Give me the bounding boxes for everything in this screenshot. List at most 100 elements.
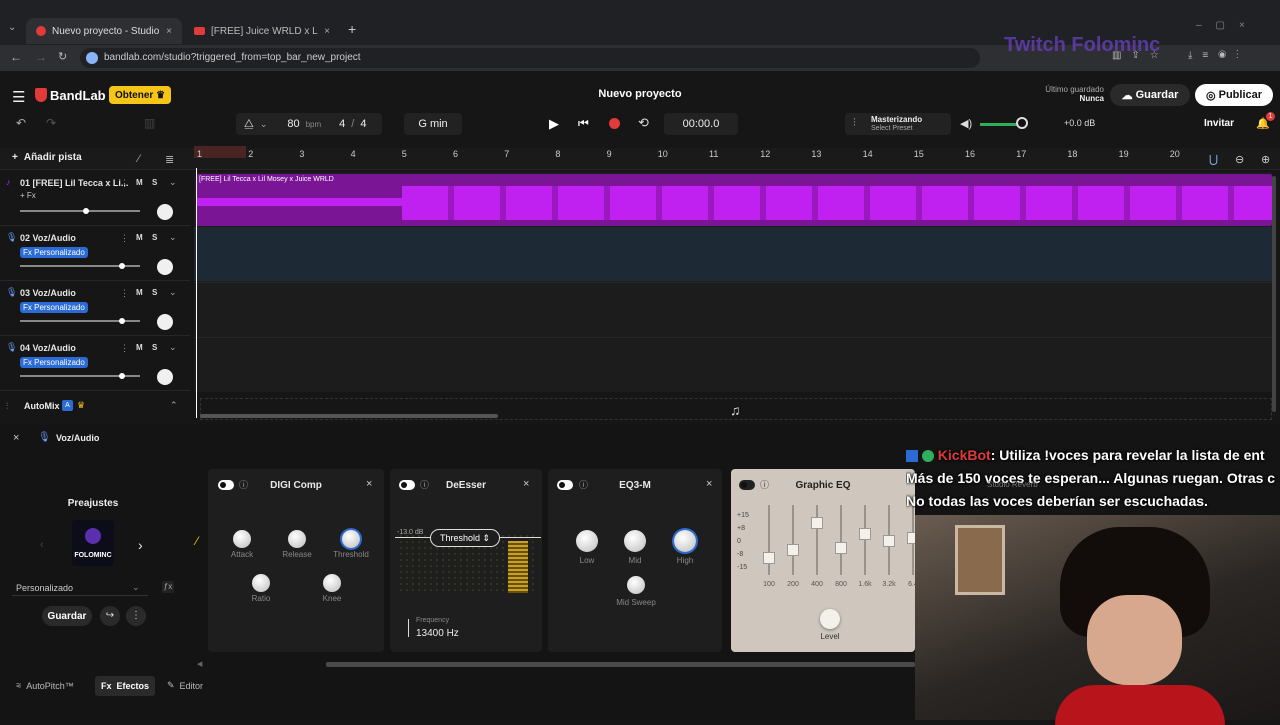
eq-band-slider[interactable]	[763, 551, 775, 564]
horizontal-scrollbar[interactable]	[200, 414, 498, 418]
snap-icon[interactable]: ⋃	[1209, 153, 1218, 166]
eq3-card[interactable]: ⓘ EQ3-M × Low Mid High Mid Sweep	[548, 469, 722, 652]
menu-icon[interactable]: ☰	[12, 88, 25, 106]
tab-effects[interactable]: Fx Efectos	[95, 676, 156, 696]
volume-slider[interactable]	[20, 318, 140, 324]
scroll-left-icon[interactable]: ◀	[197, 660, 202, 668]
mute-button[interactable]: M	[136, 178, 143, 187]
volume-slider[interactable]	[20, 263, 140, 269]
more-icon[interactable]: ⋮	[126, 606, 146, 626]
vertical-scrollbar[interactable]	[1272, 176, 1276, 412]
invite-button[interactable]: Invitar	[1204, 118, 1234, 129]
eq-band-slider[interactable]	[787, 544, 799, 556]
tab-youtube[interactable]: [FREE] Juice WRLD x Lil Tecca T ×	[184, 18, 340, 44]
tab-editor[interactable]: ✎ Editor	[167, 680, 203, 691]
master-volume-knob[interactable]	[1016, 117, 1028, 129]
ratio-knob[interactable]	[252, 574, 270, 592]
eq-band-slider[interactable]	[835, 542, 847, 555]
save-button[interactable]: ☁ Guardar	[1110, 84, 1190, 106]
loop-icon[interactable]: ⟲	[638, 115, 649, 131]
fx-badge[interactable]: Fx Personalizado	[20, 247, 88, 258]
tempo-control[interactable]: ⧋ ⌄ 80 bpm 4 / 4	[236, 113, 382, 135]
pan-knob[interactable]	[157, 259, 173, 275]
track-name[interactable]: 01 [FREE] Lil Tecca x Li...	[20, 178, 128, 188]
fx-badge[interactable]: Fx Personalizado	[20, 302, 88, 313]
timeline-ruler[interactable]: 1 2 3 4 5 6 7 8 9 10 11 12 13 14 15 16 17 18 19 20	[194, 148, 1194, 164]
low-knob[interactable]	[576, 530, 598, 552]
close-icon[interactable]: ×	[706, 478, 712, 490]
more-icon[interactable]: ⋮	[120, 233, 129, 244]
track-lane[interactable]	[194, 337, 1272, 391]
fx-badge[interactable]: Fx Personalizado	[20, 357, 88, 368]
track-lane[interactable]: [FREE] Lil Tecca x Lil Mosey x Juice WRL…	[194, 172, 1272, 226]
chevron-left-icon[interactable]: ‹	[40, 539, 44, 551]
back-icon[interactable]: ←	[10, 50, 22, 64]
add-music-icon[interactable]: ♫	[730, 402, 741, 418]
tab-autopitch[interactable]: ⩬ AutoPitch™	[16, 680, 74, 691]
preset-select[interactable]: Personalizado ⌄	[12, 578, 148, 596]
track-header[interactable]: 🎙 03 Voz/Audio Fx Personalizado ⋮ M S ⌄	[0, 282, 190, 336]
audio-clip[interactable]: [FREE] Lil Tecca x Lil Mosey x Juice WRL…	[196, 174, 1272, 226]
graphic-eq-card[interactable]: ⓘ Graphic EQ +15 +8 0 -8 -15 100 200 400 800 1.6…	[731, 469, 919, 652]
toolbar-icons[interactable]: ⤓≡◉⋮	[1188, 50, 1249, 61]
eq-band-sliders[interactable]: 100 200 400 800 1.6k 3.2k 6.4	[755, 505, 919, 595]
volume-slider[interactable]	[20, 373, 140, 379]
mute-button[interactable]: M	[136, 233, 143, 242]
close-icon[interactable]: ×	[166, 26, 172, 37]
mode-select[interactable]: Threshold ⇕	[430, 529, 500, 547]
save-preset-button[interactable]: Guardar	[42, 606, 92, 626]
pan-knob[interactable]	[157, 369, 173, 385]
mute-button[interactable]: M	[136, 288, 143, 297]
knee-knob[interactable]	[323, 574, 341, 592]
solo-button[interactable]: S	[152, 343, 157, 352]
deesser-card[interactable]: ⓘ DeEsser × -13.0 dB Threshold ⇕ Frequen…	[390, 469, 542, 652]
track-name[interactable]: 03 Voz/Audio	[20, 288, 76, 298]
chevron-right-icon[interactable]: ›	[138, 537, 143, 553]
url-field[interactable]: bandlab.com/studio?triggered_from=top_ba…	[80, 48, 980, 68]
track-lane[interactable]	[194, 282, 1272, 336]
close-icon[interactable]: ×	[366, 478, 372, 490]
chevron-down-icon[interactable]: ⌄	[260, 119, 268, 130]
chevron-down-icon[interactable]: ⌄	[169, 342, 177, 353]
eq-band-slider[interactable]	[859, 527, 871, 540]
track-lane[interactable]	[194, 227, 1272, 281]
track-name[interactable]: 02 Voz/Audio	[20, 233, 76, 243]
fx-horizontal-scrollbar[interactable]	[326, 662, 915, 667]
magic-icon[interactable]: ⁄	[138, 153, 140, 165]
frequency-value[interactable]: 13400 Hz	[416, 628, 459, 639]
mastering-button[interactable]: ⫶ Masterizando Select Preset	[845, 113, 951, 135]
digicomp-card[interactable]: ⓘ DIGI Comp × Attack Release Threshold R…	[208, 469, 384, 652]
mid-sweep-knob[interactable]	[627, 576, 645, 594]
redo-icon[interactable]: ↷	[46, 116, 56, 130]
forward-icon[interactable]: →	[35, 50, 47, 64]
arrangement-area[interactable]: [FREE] Lil Tecca x Lil Mosey x Juice WRL…	[194, 172, 1272, 392]
solo-button[interactable]: S	[152, 178, 157, 187]
close-icon[interactable]: ×	[13, 432, 19, 444]
preset-thumbnail[interactable]: FOLOMINC	[72, 520, 114, 566]
track-header[interactable]: 🎙 02 Voz/Audio Fx Personalizado ⋮ M S ⌄	[0, 227, 190, 281]
more-icon[interactable]: ⋮	[120, 178, 129, 189]
playhead[interactable]	[196, 168, 197, 418]
pan-knob[interactable]	[157, 314, 173, 330]
zoom-out-icon[interactable]: ⊖	[1235, 153, 1244, 166]
automix-label[interactable]: AutoMix	[24, 401, 60, 411]
close-icon[interactable]: ×	[324, 26, 330, 37]
solo-button[interactable]: S	[152, 288, 157, 297]
fx-icon[interactable]: ƒx	[162, 581, 174, 593]
project-title[interactable]: Nuevo proyecto	[560, 88, 720, 100]
level-knob[interactable]	[820, 609, 840, 629]
volume-slider[interactable]	[20, 208, 140, 214]
publish-button[interactable]: ◎ Publicar	[1195, 84, 1273, 106]
track-header[interactable]: 🎙 04 Voz/Audio Fx Personalizado ⋮ M S ⌄	[0, 337, 190, 391]
play-icon[interactable]: ▶	[549, 116, 559, 132]
undo-icon[interactable]: ↶	[16, 116, 26, 130]
share-icon[interactable]: ↪	[100, 606, 120, 626]
window-controls[interactable]: –▢×	[1196, 20, 1259, 31]
tab-nuevo-proyecto[interactable]: Nuevo proyecto - Studio ×	[26, 18, 182, 44]
site-info-icon[interactable]	[86, 52, 98, 64]
threshold-knob[interactable]	[342, 530, 360, 548]
time-sig-numerator[interactable]: 4	[339, 118, 345, 130]
bpm-value[interactable]: 80	[287, 118, 299, 130]
metronome-icon[interactable]: ⧋	[244, 118, 254, 131]
attack-knob[interactable]	[233, 530, 251, 548]
